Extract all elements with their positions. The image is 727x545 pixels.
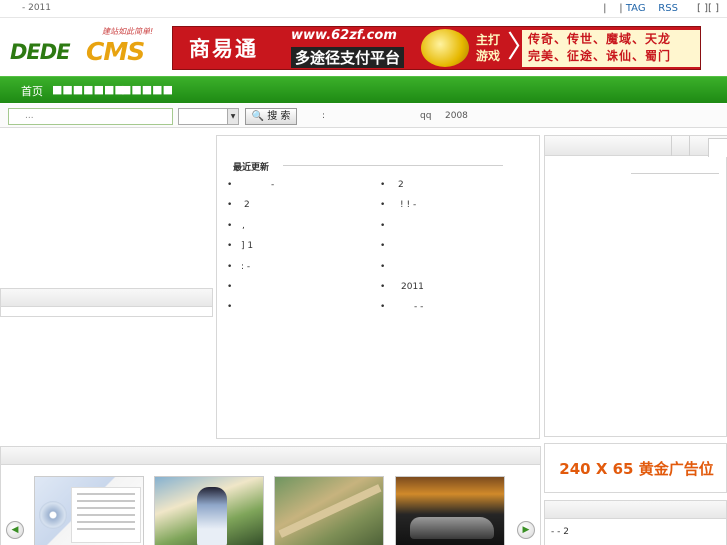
right-tabs bbox=[545, 136, 727, 157]
arrow-right-icon[interactable]: ▶ bbox=[517, 521, 535, 539]
banner-games-row: 完美、征途、诛仙、蜀门 bbox=[528, 49, 672, 63]
tab-separator bbox=[671, 136, 672, 156]
search-button-label: 搜 索 bbox=[267, 111, 291, 122]
document-image bbox=[71, 487, 141, 543]
list-item[interactable]: •! ! - bbox=[380, 200, 416, 210]
nav-item-3[interactable]: ■■■■■ bbox=[121, 83, 173, 96]
list-item[interactable]: • 2011 bbox=[380, 282, 424, 292]
banner-play-label: 主打游戏 bbox=[476, 33, 501, 63]
left-panel-header bbox=[1, 289, 212, 307]
gold-ad-slot[interactable]: 240 X 65 黄金广告位 bbox=[544, 443, 727, 493]
arrow-left-icon[interactable]: ◀ bbox=[6, 521, 24, 539]
banner-tagline: 多途径支付平台 bbox=[291, 47, 405, 68]
logo-word-cms: CMS bbox=[86, 37, 145, 66]
gold-ad-text: 240 X 65 黄金广告位 bbox=[559, 460, 714, 478]
left-panel bbox=[0, 288, 213, 317]
search-year-text: 2008 bbox=[445, 111, 468, 121]
search-hint: : bbox=[322, 111, 326, 121]
tab-active[interactable] bbox=[708, 138, 727, 157]
list-item[interactable]: •, bbox=[227, 221, 245, 231]
tag-link[interactable]: TAG bbox=[626, 3, 646, 14]
logo-word-dede: DEDE bbox=[10, 40, 71, 64]
image-gallery: ◀ ▶ bbox=[0, 446, 541, 545]
top-links: | | TAG RSS [ ][ ] bbox=[603, 3, 719, 14]
gallery-thumb[interactable] bbox=[34, 476, 144, 545]
search-type-select[interactable]: ▼ bbox=[178, 108, 239, 125]
coin-icon bbox=[421, 29, 469, 67]
nav-item-2[interactable]: ■■■■■■■ bbox=[52, 83, 125, 96]
heading-divider bbox=[283, 165, 503, 166]
top-divider bbox=[0, 17, 727, 18]
list-item[interactable]: • 2 bbox=[227, 200, 250, 210]
logo-slogan: 建站如此简单! bbox=[102, 27, 154, 36]
list-item[interactable]: •] 1 bbox=[227, 241, 253, 251]
car-image bbox=[410, 517, 494, 539]
main-nav: 首页 ■■■■■■■ ■■■■■ bbox=[0, 76, 727, 103]
aerial-map-image bbox=[278, 484, 382, 538]
search-bar: ... ▼ 🔍 搜 索 : qq 2008 bbox=[0, 104, 727, 128]
tab-separator bbox=[689, 136, 690, 156]
banner-url: www.62zf.com bbox=[291, 28, 397, 43]
gallery-thumb[interactable] bbox=[274, 476, 384, 545]
latest-updates-heading: 最近更新 bbox=[233, 163, 270, 173]
banner-brand: 商易通 bbox=[189, 37, 258, 61]
list-item[interactable]: • - - bbox=[380, 302, 423, 312]
right-panel-divider bbox=[631, 173, 719, 174]
disc-image bbox=[39, 501, 67, 529]
latest-updates-panel: 最近更新 • - • 2 •, •] 1 •: - • • • 2 •! ! - • … bbox=[216, 135, 540, 439]
banner-games: 传奇、传世、魔域、天龙 完美、征途、诛仙、蜀门 bbox=[522, 30, 700, 67]
gallery-thumb[interactable] bbox=[395, 476, 505, 545]
search-qq-text: qq bbox=[420, 111, 432, 121]
top-date-text: - 2011 bbox=[22, 3, 52, 13]
list-item[interactable]: • - bbox=[227, 180, 274, 190]
list-item[interactable]: • bbox=[380, 241, 394, 251]
search-input[interactable]: ... bbox=[8, 108, 173, 125]
banner-games-row: 传奇、传世、魔域、天龙 bbox=[528, 32, 672, 46]
site-logo[interactable]: 建站如此简单! DEDE CMS bbox=[10, 26, 172, 70]
search-button[interactable]: 🔍 搜 索 bbox=[245, 108, 297, 125]
list-item[interactable]: • bbox=[380, 262, 394, 272]
top-bracket-links[interactable]: [ ][ ] bbox=[697, 3, 719, 14]
chevron-down-icon[interactable]: ▼ bbox=[227, 109, 238, 124]
right-bottom-panel: - - 2 bbox=[544, 500, 727, 545]
list-item[interactable]: - - 2 bbox=[551, 527, 569, 537]
top-separator: | bbox=[619, 3, 623, 14]
rss-link[interactable]: RSS bbox=[658, 3, 678, 14]
right-bottom-header bbox=[545, 501, 726, 519]
search-icon: 🔍 bbox=[251, 111, 265, 122]
banner-ad[interactable]: 商易通 www.62zf.com 多途径支付平台 主打游戏 〉 传奇、传世、魔域… bbox=[172, 26, 701, 70]
gallery-thumb[interactable] bbox=[154, 476, 264, 545]
top-bar: - 2011 | | TAG RSS [ ][ ] bbox=[0, 0, 727, 18]
list-item[interactable]: • bbox=[227, 302, 241, 312]
top-separator: | bbox=[603, 3, 607, 14]
list-item[interactable]: •: - bbox=[227, 262, 250, 272]
game-character-image bbox=[197, 487, 227, 545]
list-item[interactable]: • bbox=[380, 221, 394, 231]
nav-item-home[interactable]: 首页 bbox=[21, 83, 43, 99]
list-item[interactable]: • 2 bbox=[380, 180, 404, 190]
right-tab-panel bbox=[544, 135, 727, 437]
list-item[interactable]: • bbox=[227, 282, 241, 292]
gallery-header bbox=[1, 447, 540, 465]
